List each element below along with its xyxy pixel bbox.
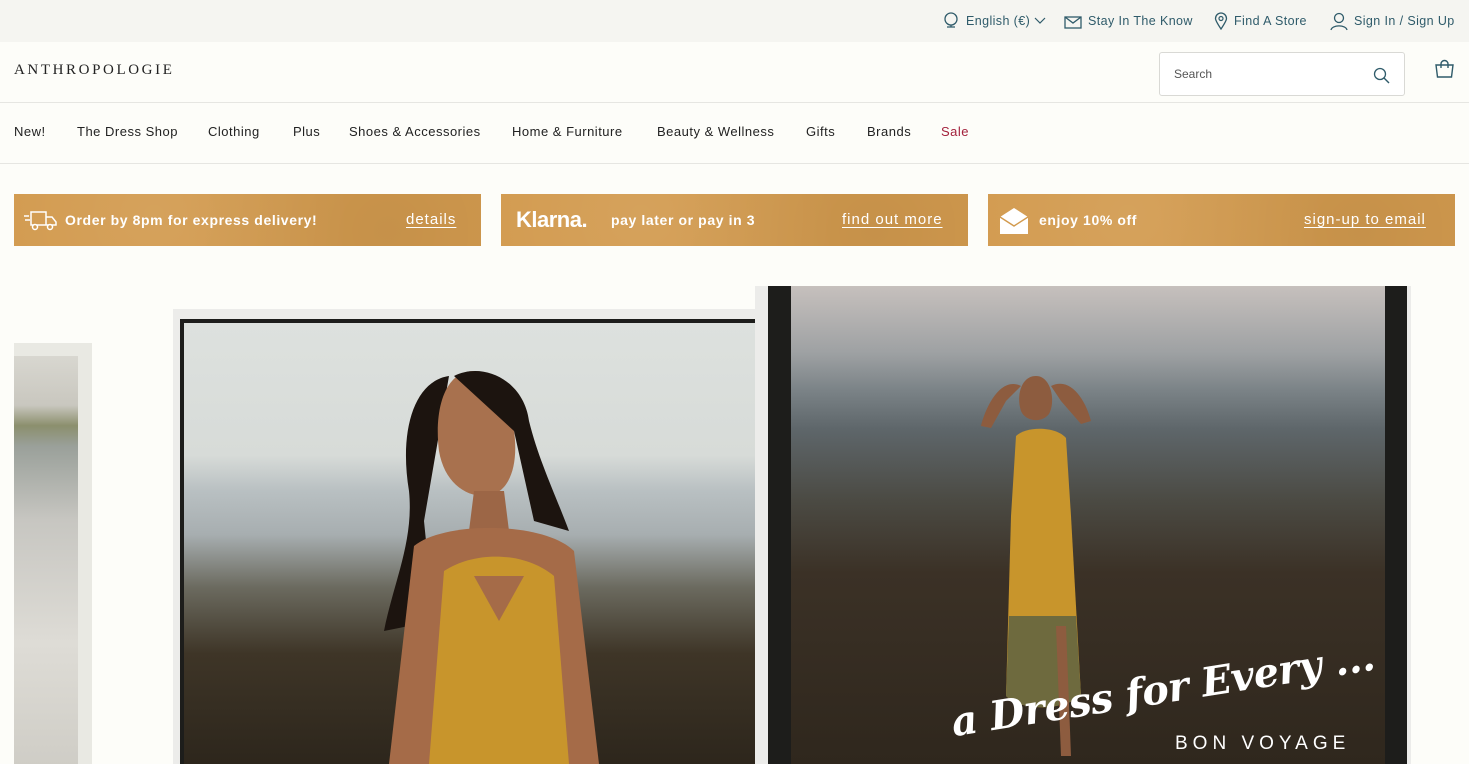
promo-express-text: Order by 8pm for express delivery! <box>65 212 318 228</box>
site-logo[interactable]: ANTHROPOLOGIE <box>14 62 174 79</box>
promo-express-delivery[interactable]: Order by 8pm for express delivery! detai… <box>14 194 481 246</box>
search-box[interactable] <box>1159 52 1405 96</box>
promo-email-signup[interactable]: enjoy 10% off sign-up to email <box>988 194 1455 246</box>
hero-caption: BON VOYAGE <box>1175 733 1351 754</box>
open-envelope-icon <box>999 208 1029 234</box>
nav-item-new[interactable]: New! <box>14 124 46 139</box>
newsletter-link[interactable]: Stay In The Know <box>1064 0 1193 42</box>
sign-in-label: Sign In / Sign Up <box>1354 14 1455 28</box>
sign-in-link[interactable]: Sign In / Sign Up <box>1330 0 1455 42</box>
promo-express-link[interactable]: details <box>406 211 456 228</box>
newsletter-label: Stay In The Know <box>1088 14 1193 28</box>
search-input[interactable] <box>1174 65 1364 83</box>
main-navigation: New! The Dress Shop Clothing Plus Shoes … <box>0 103 1469 164</box>
hero-photo-left <box>14 343 92 764</box>
nav-item-plus[interactable]: Plus <box>293 124 320 139</box>
hero-banner[interactable]: a Dress for Every ... BON VOYAGE <box>14 286 1455 764</box>
promo-klarna-text: pay later or pay in 3 <box>611 212 756 228</box>
site-header: ANTHROPOLOGIE <box>0 42 1469 103</box>
promo-email-text: enjoy 10% off <box>1039 212 1138 228</box>
shopping-bag-icon[interactable] <box>1434 59 1455 79</box>
search-icon[interactable] <box>1373 67 1390 84</box>
find-store-link[interactable]: Find A Store <box>1214 0 1307 42</box>
model-figure <box>384 371 599 764</box>
user-icon <box>1330 12 1348 30</box>
globe-icon <box>944 12 958 28</box>
nav-item-clothing[interactable]: Clothing <box>208 124 260 139</box>
promo-email-link[interactable]: sign-up to email <box>1304 211 1426 228</box>
delivery-truck-icon <box>24 211 57 231</box>
nav-item-home-furniture[interactable]: Home & Furniture <box>512 124 623 139</box>
language-selector[interactable]: English (€) <box>943 0 1046 42</box>
language-label: English (€) <box>966 14 1031 28</box>
nav-item-dress-shop[interactable]: The Dress Shop <box>77 124 178 139</box>
klarna-logo: Klarna. <box>516 207 588 232</box>
model-portrait-photo <box>184 323 789 764</box>
sea-photo <box>14 356 78 764</box>
promo-klarna-link[interactable]: find out more <box>842 211 943 228</box>
promo-klarna[interactable]: Klarna. pay later or pay in 3 find out m… <box>501 194 968 246</box>
photo-border <box>180 319 793 764</box>
nav-item-gifts[interactable]: Gifts <box>806 124 835 139</box>
find-store-label: Find A Store <box>1234 14 1307 28</box>
chevron-down-icon <box>1034 17 1046 24</box>
nav-item-beauty-wellness[interactable]: Beauty & Wellness <box>657 124 774 139</box>
nav-item-shoes-accessories[interactable]: Shoes & Accessories <box>349 124 481 139</box>
hero-photo-center <box>173 309 804 764</box>
nav-item-sale[interactable]: Sale <box>941 124 969 139</box>
nav-item-brands[interactable]: Brands <box>867 124 911 139</box>
envelope-icon <box>1064 15 1082 29</box>
location-pin-icon <box>1214 12 1228 30</box>
utility-bar: English (€) Stay In The Know Find A Stor… <box>0 0 1469 42</box>
